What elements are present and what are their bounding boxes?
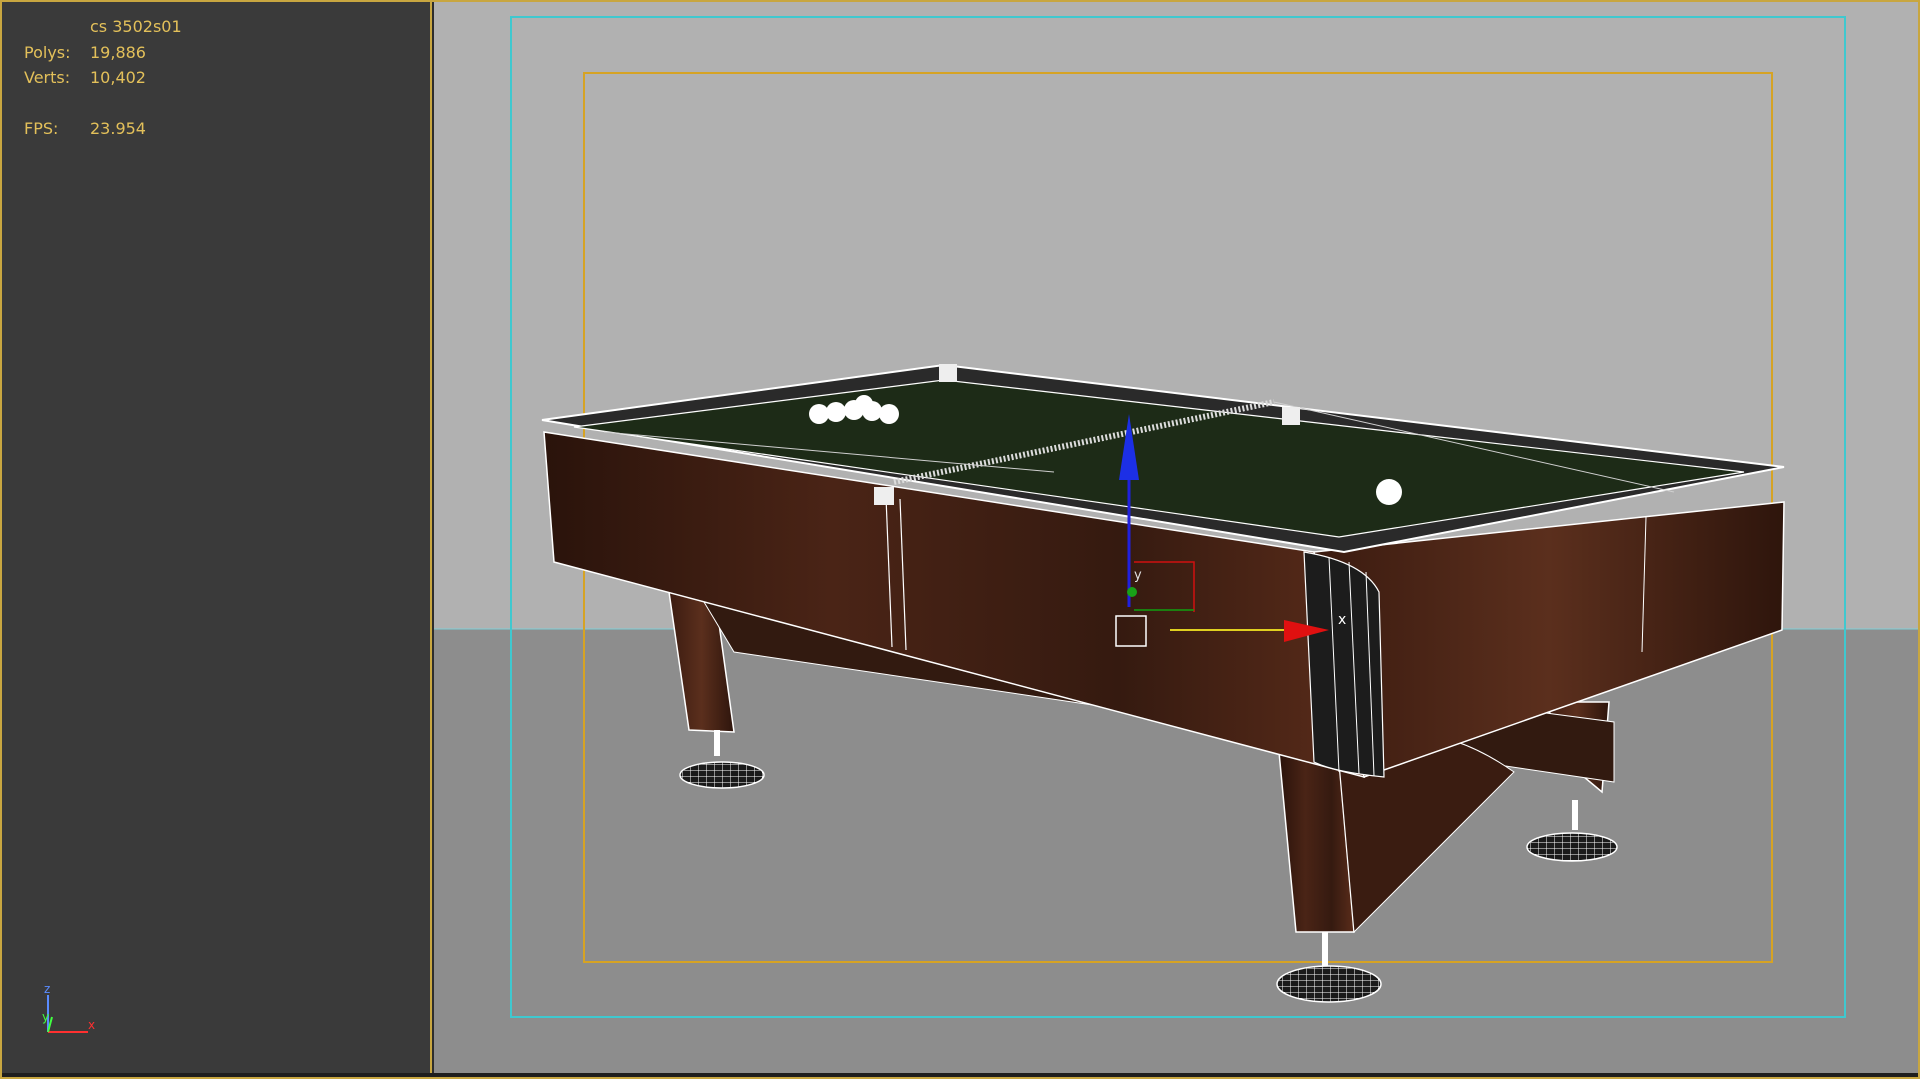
verts-label: Verts: bbox=[24, 68, 71, 88]
table-pocket bbox=[939, 364, 957, 382]
cue-ball bbox=[1376, 479, 1402, 505]
table-foot-front bbox=[1276, 965, 1382, 1003]
object-name: cs 3502s01 bbox=[90, 17, 182, 37]
scene-viewport[interactable]: x y bbox=[434, 2, 1918, 1077]
viewport-bottom-strip bbox=[2, 1073, 1918, 1077]
viewport-frame[interactable]: cs 3502s01 Polys: 19,886 Verts: 10,402 F… bbox=[0, 0, 1920, 1079]
stat-row-fps: FPS: 23.954 bbox=[24, 116, 182, 142]
table-foot-left bbox=[679, 761, 765, 789]
polys-label: Polys: bbox=[24, 42, 71, 62]
tripod-z-label: z bbox=[44, 982, 50, 996]
polys-value: 19,886 bbox=[90, 42, 146, 62]
stat-row-verts: Verts: 10,402 bbox=[24, 65, 182, 91]
table-pocket bbox=[1282, 407, 1300, 425]
table-pocket bbox=[874, 487, 894, 505]
verts-value: 10,402 bbox=[90, 68, 146, 88]
tripod-x-label: x bbox=[88, 1018, 95, 1032]
gizmo-x-label: x bbox=[1338, 612, 1346, 628]
left-panel: cs 3502s01 Polys: 19,886 Verts: 10,402 F… bbox=[2, 2, 432, 1077]
tripod-y-label: y bbox=[42, 1010, 49, 1024]
fps-value: 23.954 bbox=[90, 118, 146, 138]
view-axis-tripod: z y x bbox=[42, 982, 95, 1033]
table-foot-right bbox=[1526, 832, 1618, 862]
statistics-overlay: cs 3502s01 Polys: 19,886 Verts: 10,402 F… bbox=[24, 14, 182, 141]
stat-row-object: cs 3502s01 bbox=[24, 14, 182, 40]
gizmo-y-handle[interactable] bbox=[1127, 587, 1137, 597]
fps-label: FPS: bbox=[24, 118, 59, 138]
gizmo-y-label: y bbox=[1134, 568, 1142, 583]
table-corner-front bbox=[1303, 551, 1385, 778]
stat-row-polys: Polys: 19,886 bbox=[24, 40, 182, 66]
